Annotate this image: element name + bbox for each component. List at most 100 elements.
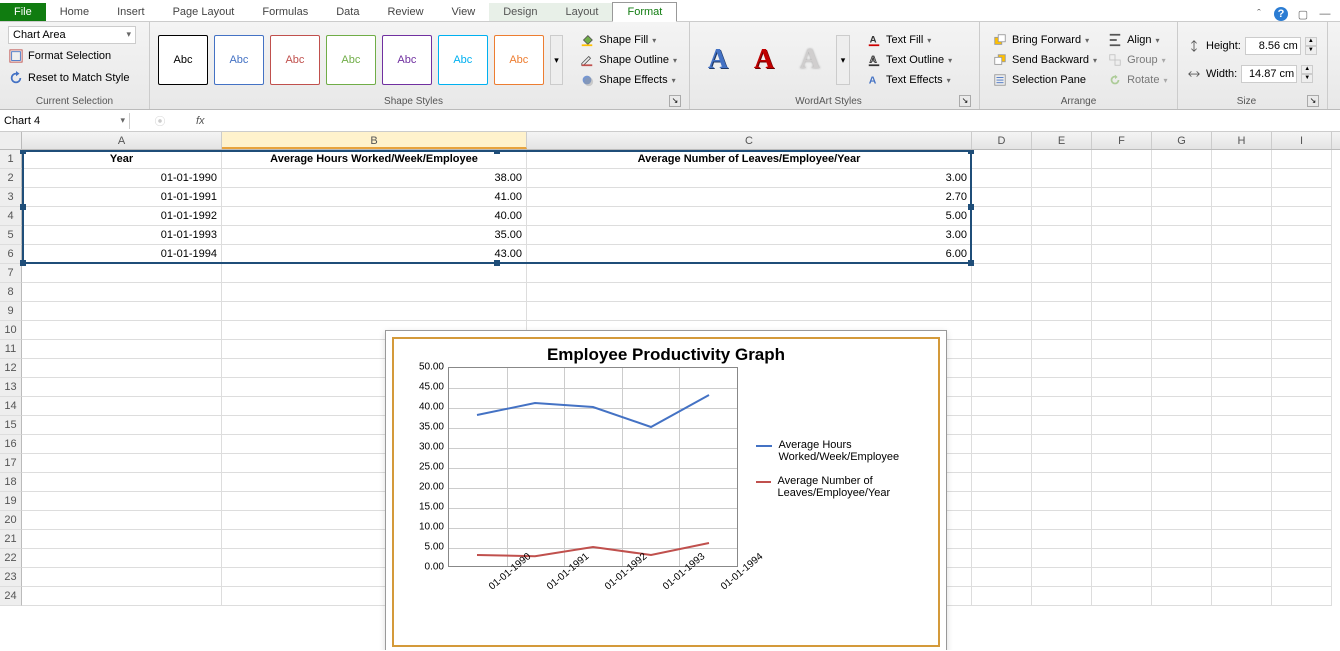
tab-data[interactable]: Data [322, 3, 373, 21]
cell-G13[interactable] [1152, 378, 1212, 397]
cell-E22[interactable] [1032, 549, 1092, 568]
cell-H16[interactable] [1212, 435, 1272, 454]
cell-E10[interactable] [1032, 321, 1092, 340]
cell-G15[interactable] [1152, 416, 1212, 435]
cell-I22[interactable] [1272, 549, 1332, 568]
align-button[interactable]: Align [1103, 31, 1171, 49]
row-header-15[interactable]: 15 [0, 416, 22, 435]
cell-A6[interactable]: 01-01-1994 [22, 245, 222, 264]
row-header-6[interactable]: 6 [0, 245, 22, 264]
cell-A9[interactable] [22, 302, 222, 321]
cell-F2[interactable] [1092, 169, 1152, 188]
cell-A20[interactable] [22, 511, 222, 530]
row-header-17[interactable]: 17 [0, 454, 22, 473]
cell-A1[interactable]: Year [22, 150, 222, 169]
cell-I15[interactable] [1272, 416, 1332, 435]
wordart-style-3[interactable]: A [790, 38, 830, 82]
cell-A12[interactable] [22, 359, 222, 378]
cell-I16[interactable] [1272, 435, 1332, 454]
shape-style-5[interactable]: Abc [382, 35, 432, 85]
chart-title[interactable]: Employee Productivity Graph [398, 343, 934, 367]
cell-I18[interactable] [1272, 473, 1332, 492]
tab-review[interactable]: Review [373, 3, 437, 21]
cell-D14[interactable] [972, 397, 1032, 416]
minimize-ribbon-icon[interactable]: ˆ [1252, 7, 1266, 21]
shape-style-4[interactable]: Abc [326, 35, 376, 85]
cell-G4[interactable] [1152, 207, 1212, 226]
shape-style-6[interactable]: Abc [438, 35, 488, 85]
cell-A21[interactable] [22, 530, 222, 549]
cell-A4[interactable]: 01-01-1992 [22, 207, 222, 226]
column-header-B[interactable]: B [222, 132, 527, 149]
window-minimize-icon[interactable]: — [1318, 7, 1332, 21]
size-dialog-launcher[interactable]: ↘ [1307, 95, 1319, 107]
row-header-12[interactable]: 12 [0, 359, 22, 378]
cell-F13[interactable] [1092, 378, 1152, 397]
cell-C8[interactable] [527, 283, 972, 302]
height-spin-up[interactable]: ▲ [1305, 37, 1317, 46]
row-header-24[interactable]: 24 [0, 587, 22, 606]
cell-H3[interactable] [1212, 188, 1272, 207]
cell-I1[interactable] [1272, 150, 1332, 169]
row-header-16[interactable]: 16 [0, 435, 22, 454]
cell-D6[interactable] [972, 245, 1032, 264]
cell-F11[interactable] [1092, 340, 1152, 359]
column-header-C[interactable]: C [527, 132, 972, 149]
column-header-E[interactable]: E [1032, 132, 1092, 149]
tab-layout[interactable]: Layout [551, 3, 612, 21]
column-header-G[interactable]: G [1152, 132, 1212, 149]
cell-F21[interactable] [1092, 530, 1152, 549]
cell-A13[interactable] [22, 378, 222, 397]
cell-F19[interactable] [1092, 492, 1152, 511]
cell-H10[interactable] [1212, 321, 1272, 340]
cell-D17[interactable] [972, 454, 1032, 473]
cell-A19[interactable] [22, 492, 222, 511]
cell-H5[interactable] [1212, 226, 1272, 245]
column-header-F[interactable]: F [1092, 132, 1152, 149]
shape-styles-dialog-launcher[interactable]: ↘ [669, 95, 681, 107]
cell-I5[interactable] [1272, 226, 1332, 245]
cell-F18[interactable] [1092, 473, 1152, 492]
cell-H12[interactable] [1212, 359, 1272, 378]
cell-I14[interactable] [1272, 397, 1332, 416]
cell-G14[interactable] [1152, 397, 1212, 416]
wordart-dialog-launcher[interactable]: ↘ [959, 95, 971, 107]
row-header-3[interactable]: 3 [0, 188, 22, 207]
cell-I17[interactable] [1272, 454, 1332, 473]
cell-A7[interactable] [22, 264, 222, 283]
cell-B7[interactable] [222, 264, 527, 283]
cell-A8[interactable] [22, 283, 222, 302]
cell-B6[interactable]: 43.00 [222, 245, 527, 264]
cell-D4[interactable] [972, 207, 1032, 226]
cell-F8[interactable] [1092, 283, 1152, 302]
selection-pane-button[interactable]: Selection Pane [988, 71, 1101, 89]
cell-C6[interactable]: 6.00 [527, 245, 972, 264]
cell-G8[interactable] [1152, 283, 1212, 302]
tab-design[interactable]: Design [489, 3, 551, 21]
cell-D15[interactable] [972, 416, 1032, 435]
row-header-9[interactable]: 9 [0, 302, 22, 321]
tab-view[interactable]: View [438, 3, 490, 21]
cell-F1[interactable] [1092, 150, 1152, 169]
bring-forward-button[interactable]: Bring Forward [988, 31, 1101, 49]
cell-E9[interactable] [1032, 302, 1092, 321]
cell-G22[interactable] [1152, 549, 1212, 568]
width-spin-down[interactable]: ▼ [1301, 74, 1313, 83]
row-header-5[interactable]: 5 [0, 226, 22, 245]
cell-D19[interactable] [972, 492, 1032, 511]
chart-plot-area[interactable]: 0.005.0010.0015.0020.0025.0030.0035.0040… [408, 367, 738, 627]
shape-style-7[interactable]: Abc [494, 35, 544, 85]
cell-I4[interactable] [1272, 207, 1332, 226]
tab-insert[interactable]: Insert [103, 3, 159, 21]
cell-F6[interactable] [1092, 245, 1152, 264]
column-header-A[interactable]: A [22, 132, 222, 149]
cell-D21[interactable] [972, 530, 1032, 549]
cell-H2[interactable] [1212, 169, 1272, 188]
cell-H14[interactable] [1212, 397, 1272, 416]
cell-H8[interactable] [1212, 283, 1272, 302]
cell-F22[interactable] [1092, 549, 1152, 568]
cell-H20[interactable] [1212, 511, 1272, 530]
cell-G2[interactable] [1152, 169, 1212, 188]
cell-E19[interactable] [1032, 492, 1092, 511]
cell-E21[interactable] [1032, 530, 1092, 549]
